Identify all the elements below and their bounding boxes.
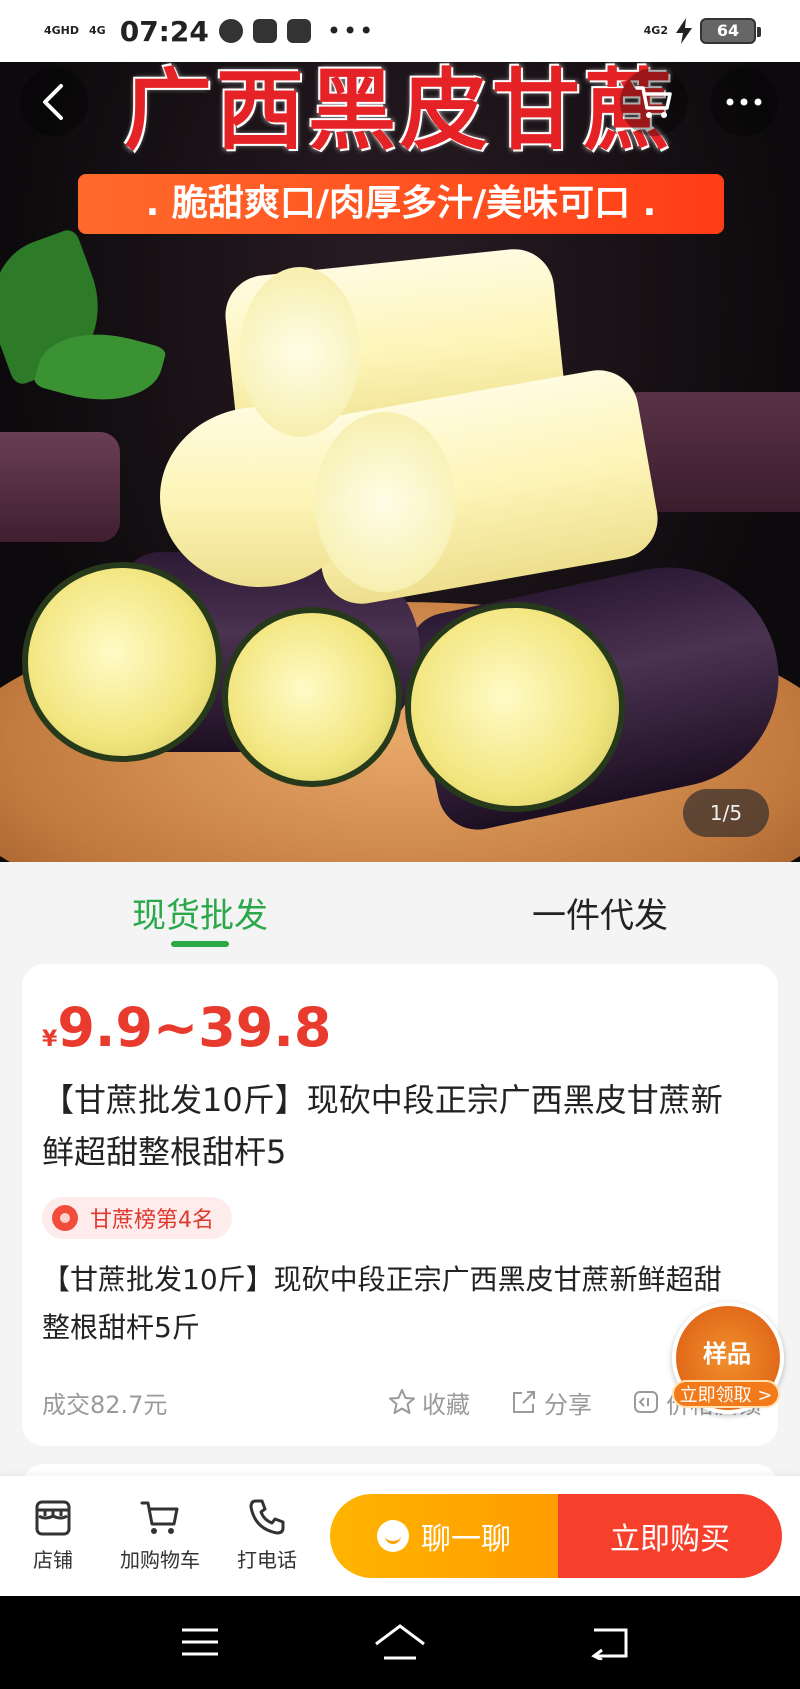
cart-button[interactable] [620,68,688,136]
share-icon [513,1391,535,1413]
cart-label: 加购物车 [120,1548,200,1572]
feedback-icon [634,1391,658,1413]
peeled-cane-end [240,267,360,437]
more-button[interactable] [710,68,778,136]
battery-indicator: 64 [700,18,761,44]
chat-smile-icon [377,1520,409,1552]
sample-claim-float[interactable]: 样品 立即领取 > [672,1302,784,1414]
buy-label: 立即购买 [610,1522,730,1557]
tab-dropshipping[interactable]: 一件代发 [532,888,668,937]
menu-icon [182,1628,218,1656]
notification-icon [218,19,243,43]
cane-cross-section [405,602,625,812]
call-label: 打电话 [237,1548,297,1572]
cane-cross-section [22,562,222,762]
ranking-text: 甘蔗榜第4名 [90,1208,214,1233]
price-value: 9.9~39.8 [57,996,332,1059]
image-page-indicator: 1/5 [683,789,769,837]
video-app-icon [252,19,277,43]
active-tab-indicator [171,941,229,947]
favorite-label: 收藏 [422,1390,470,1419]
tab-spot-wholesale[interactable]: 现货批发 [132,888,268,937]
call-button[interactable]: 打电话 [217,1496,317,1573]
shop-label: 店铺 [33,1548,73,1572]
product-title: 【甘蔗批发10斤】现砍中段正宗广西黑皮甘蔗新鲜超甜整根甜杆5 [42,1081,723,1171]
shop-icon [35,1500,71,1536]
buy-now-button[interactable]: 立即购买 [558,1494,782,1578]
price-range: ¥9.9~39.8 [42,996,331,1059]
bottom-action-bar: 店铺 加购物车 打电话 聊一聊 立即购买 [0,1476,800,1596]
charging-icon [676,18,692,44]
product-info-card: ¥9.9~39.8 【甘蔗批发10斤】现砍中段正宗广西黑皮甘蔗新鲜超甜整根甜杆5… [22,964,778,1446]
message-app-icon [286,19,311,43]
cart-icon [140,1501,179,1534]
home-nav-button[interactable] [370,1616,430,1668]
product-image-carousel[interactable]: 广西黑皮甘蔗 . 脆甜爽口/肉厚多汁/美味可口 . 1/5 [0,62,800,862]
currency-symbol: ¥ [42,1027,58,1052]
signal-indicator-1: 4GHD [44,24,80,37]
ranking-badge[interactable]: 甘蔗榜第4名 [42,1197,232,1239]
image-slogan-banner: . 脆甜爽口/肉厚多汁/美味可口 . [78,174,724,234]
signal-indicator-2: 4G [89,24,106,37]
sample-label: 样品 [703,1340,751,1368]
back-nav-button[interactable] [580,1616,640,1668]
phone-icon [249,1499,285,1535]
more-dots-icon [726,98,762,106]
fire-icon [52,1205,78,1231]
network-indicator: 4G2 [643,24,668,37]
home-icon [375,1624,425,1660]
product-description: 【甘蔗批发10斤】现砍中段正宗广西黑皮甘蔗新鲜超甜整根甜杆5斤 [42,1263,722,1344]
chevron-left-icon [43,84,63,120]
share-label: 分享 [544,1390,592,1419]
background-cane [0,432,120,542]
system-navigation-bar [0,1596,800,1689]
status-time: 07:24 [119,14,209,48]
chat-label: 聊一聊 [421,1522,511,1557]
menu-nav-button[interactable] [170,1616,230,1668]
status-bar: 4GHD 4G 07:24 ••• 4G2 64 [0,0,800,62]
cane-cross-section [222,607,402,787]
purchase-mode-tabs: 现货批发 一件代发 [0,862,800,958]
product-meta-row: 成交82.7元 收藏 分享 价格反馈 [42,1382,762,1422]
back-button[interactable] [20,68,88,136]
star-icon [389,1389,415,1414]
cart-icon [635,86,672,118]
claim-now-button[interactable]: 立即领取 > [672,1380,780,1408]
share-button[interactable]: 分享 [510,1385,592,1420]
favorite-button[interactable]: 收藏 [388,1385,470,1420]
add-to-cart-button[interactable]: 加购物车 [110,1496,210,1573]
chat-button[interactable]: 聊一聊 [330,1494,558,1578]
peeled-cane-end [315,412,455,592]
deal-amount: 成交82.7元 [42,1390,168,1419]
more-notifications-icon: ••• [326,17,376,45]
shop-button[interactable]: 店铺 [3,1496,103,1573]
back-arrow-icon [591,1628,628,1660]
